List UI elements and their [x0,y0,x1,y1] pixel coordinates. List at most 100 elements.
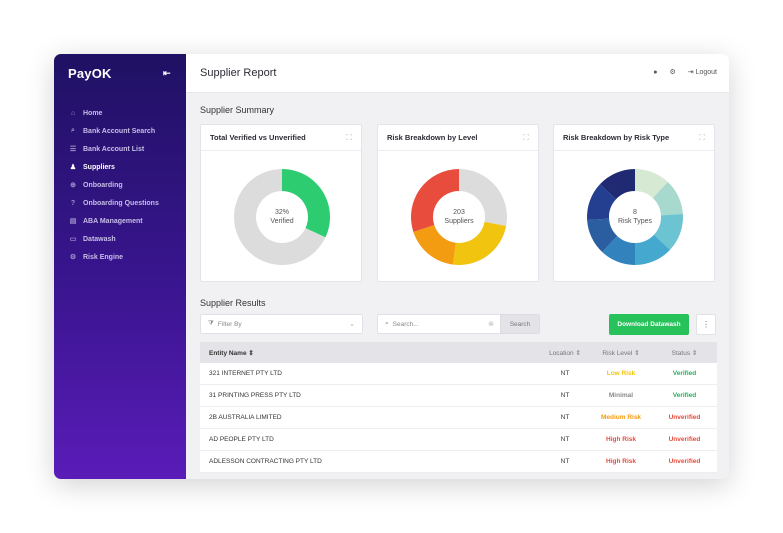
more-options-icon[interactable]: ⋮ [696,314,716,335]
risk-level-cell: Low Risk [606,370,636,377]
sidebar-item-label: Datawash [83,235,116,243]
sidebar-item-label: Risk Engine [83,253,124,261]
status-cell: Verified [672,370,697,377]
filter-placeholder: Filter By [217,320,242,328]
location-cell: NT [560,458,570,465]
user-icon[interactable]: ● [653,69,657,76]
download-datawash-button[interactable]: Download Datawash [609,314,689,335]
risk-level-cell: Minimal [608,392,634,399]
users-icon: ♟ [69,164,77,171]
sidebar-item-label: Bank Account Search [83,127,156,135]
donut-center-caption: Verified [270,218,294,225]
location-cell: NT [560,436,570,443]
donut-center-value: 203 [453,209,465,216]
status-cell: Verified [672,392,697,399]
sidebar-item-label: Onboarding [83,181,123,189]
search-input[interactable]: ⌕ Search... ⊗ [377,314,500,334]
entity-name-cell: AD PEOPLE PTY LTD [209,436,274,443]
location-cell: NT [560,392,570,399]
table-body: 321 INTERNET PTY LTD NT Low Risk Verified 31… [200,363,717,473]
sidebar-item-label: Suppliers [83,163,115,171]
risk-level-cell: High Risk [606,458,636,465]
sidebar-item-label: Home [83,109,103,117]
sidebar-item-datawash[interactable]: ▭ Datawash [54,230,186,248]
chevron-down-icon: ⌄ [349,321,355,328]
network-icon: ⚙ [69,254,77,261]
top-actions: ● ⚙ ⇥ Logout [653,68,717,77]
app-window: PayOK ⇤ ⌂ Home ⌕ Bank Account Search ☰ Bank… [54,54,729,479]
chart-settings-icon[interactable]: ⛶ [699,133,705,143]
status-cell: Unverified [668,414,701,421]
chart-settings-icon[interactable]: ⛶ [523,133,529,143]
summary-card-risk-type: Risk Breakdown by Risk Type ⛶ 8 Risk Type… [553,124,715,282]
app-logo: PayOK [68,66,112,81]
risk-level-cell: High Risk [606,436,636,443]
home-icon: ⌂ [70,109,76,117]
gear-icon[interactable]: ⚙ [669,68,675,76]
clear-icon[interactable]: ⊗ [488,320,494,328]
sidebar-item-aba-management[interactable]: ▤ ABA Management [54,212,186,230]
list-icon: ☰ [69,146,77,153]
table-icon: ▤ [69,218,77,225]
supplier-table: Entity Name ⇕ Location ⇕ Risk Level ⇕ St… [200,342,717,473]
donut-center-caption: Suppliers [444,218,474,225]
location-cell: NT [560,370,570,377]
search-button[interactable]: Search [500,314,540,334]
logout-button[interactable]: ⇥ Logout [688,68,717,76]
entity-name-cell: 321 INTERNET PTY LTD [209,370,282,377]
table-row[interactable]: ADLESSON CONTRACTING PTY LTD NT High Risk U… [200,451,717,473]
card-title: Total Verified vs Unverified [210,133,306,142]
sidebar-item-label: Onboarding Questions [83,199,159,207]
summary-card-verified: Total Verified vs Unverified ⛶ 32% Verifi… [200,124,362,282]
logout-icon: ⇥ [687,69,694,76]
table-row[interactable]: 2B AUSTRALIA LIMITED NT Medium Risk Unverif… [200,407,717,429]
entity-name-cell: ADLESSON CONTRACTING PTY LTD [209,458,322,465]
supplier-summary-title: Supplier Summary [200,105,275,115]
donut-center-label: 8 Risk Types [585,167,685,267]
filter-dropdown[interactable]: ⧩ Filter By ⌄ [200,314,363,334]
sidebar: PayOK ⇤ ⌂ Home ⌕ Bank Account Search ☰ Bank… [54,54,186,479]
sidebar-item-onboarding[interactable]: ⊕ Onboarding [54,176,186,194]
table-row[interactable]: AD PEOPLE PTY LTD NT High Risk Unverified [200,429,717,451]
file-icon: ▭ [69,236,77,243]
table-row[interactable]: 31 PRINTING PRESS PTY LTD NT Minimal Verifi… [200,385,717,407]
table-row[interactable]: 321 INTERNET PTY LTD NT Low Risk Verified [200,363,717,385]
chart-settings-icon[interactable]: ⛶ [346,133,352,143]
entity-name-cell: 2B AUSTRALIA LIMITED [209,414,282,421]
main-content: Supplier Report ● ⚙ ⇥ Logout Supplier Su… [186,54,729,479]
search-icon: ⌕ [385,320,389,327]
sidebar-item-suppliers[interactable]: ♟ Suppliers [54,158,186,176]
filter-icon: ⧩ [208,320,214,327]
table-header: Entity Name ⇕ Location ⇕ Risk Level ⇕ St… [200,342,717,363]
donut-center-caption: Risk Types [617,218,653,225]
search-icon: ⌕ [71,127,75,134]
top-bar: Supplier Report ● ⚙ ⇥ Logout [186,54,729,93]
sidebar-item-home[interactable]: ⌂ Home [54,104,186,122]
collapse-sidebar-icon[interactable]: ⇤ [163,68,171,79]
location-cell: NT [560,414,570,421]
status-cell: Unverified [668,436,701,443]
page-title: Supplier Report [200,67,277,79]
column-risk-level[interactable]: Risk Level ⇕ [590,349,652,357]
status-cell: Unverified [668,458,701,465]
sidebar-nav: ⌂ Home ⌕ Bank Account Search ☰ Bank Account… [54,104,186,266]
column-status[interactable]: Status ⇕ [652,349,717,357]
sidebar-item-onboarding-questions[interactable]: ? Onboarding Questions [54,194,186,212]
donut-center-value: 8 [633,209,637,216]
column-location[interactable]: Location ⇕ [540,349,590,357]
sidebar-item-label: Bank Account List [83,145,145,153]
summary-card-risk-level: Risk Breakdown by Level ⛶ 203 Suppliers [377,124,539,282]
card-title: Risk Breakdown by Risk Type [563,133,670,142]
search-placeholder: Search... [392,320,419,328]
donut-center-label: 203 Suppliers [409,167,509,267]
sidebar-item-risk-engine[interactable]: ⚙ Risk Engine [54,248,186,266]
sidebar-item-bank-account-search[interactable]: ⌕ Bank Account Search [54,122,186,140]
donut-center-value: 32% [274,209,289,216]
column-entity-name[interactable]: Entity Name ⇕ [200,349,540,357]
user-plus-icon: ⊕ [70,182,76,189]
sidebar-item-label: ABA Management [83,217,143,225]
logout-label: Logout [695,69,717,76]
donut-center-label: 32% Verified [232,167,332,267]
risk-level-cell: Medium Risk [600,414,642,421]
sidebar-item-bank-account-list[interactable]: ☰ Bank Account List [54,140,186,158]
